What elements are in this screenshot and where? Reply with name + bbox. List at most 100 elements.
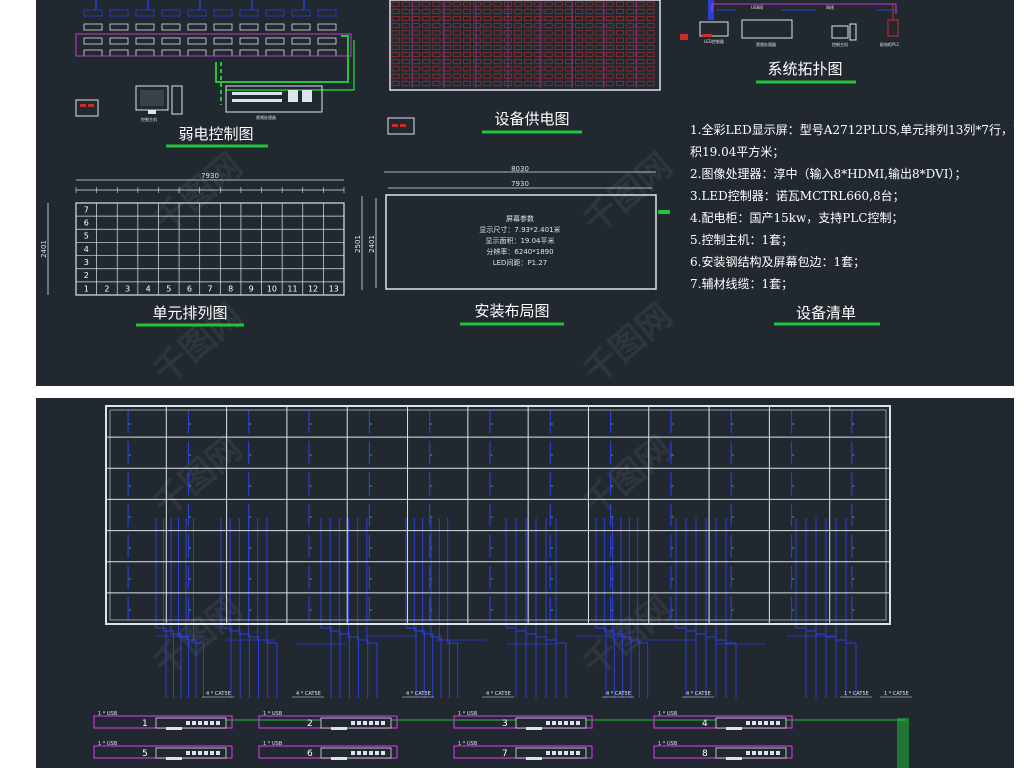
plc-label: 配电柜PLC [880,41,900,47]
cable-label: 4 * CAT5E [486,691,511,697]
weak-module [291,9,311,17]
led-controller-box [515,747,587,759]
power-cell [422,44,431,50]
power-cell [463,1,471,7]
power-cell [473,80,482,86]
cable-label: 4 * CAT5E [406,691,431,697]
weak-module [109,37,129,45]
power-cell [626,80,635,86]
power-cell [401,37,410,43]
weak-module [135,49,155,57]
power-cell [605,16,614,21]
power-cell [412,1,420,7]
cable-label: 1 * CAT5E [884,691,909,697]
power-cell [401,1,410,7]
power-cell [554,8,563,14]
power-cell [401,73,410,79]
power-cell [493,73,502,79]
usb-cable-label: 1 * USB [98,711,118,717]
power-cell [646,23,655,29]
pc-label: 控制主机 [832,41,848,47]
power-cell [432,30,441,36]
power-cell [646,30,655,36]
weak-module [265,9,285,17]
controller-number: 3 [502,719,508,729]
weak-module [317,9,337,17]
power-cell [605,73,614,79]
power-cell [646,8,655,14]
controller-number: 1 [142,719,148,729]
power-cell [401,59,410,65]
power-cell [626,8,635,14]
layout-inner-height-dim: 2401 [368,235,376,253]
weak-module [265,49,285,57]
weak-module [239,49,259,57]
power-cell [524,37,533,43]
power-cell [616,37,624,43]
small-device-icon [75,99,99,117]
power-cell [626,59,635,65]
weak-module [213,23,233,31]
power-cell [483,37,492,43]
power-cell [432,23,441,29]
power-cell [575,52,584,57]
power-supply-title: 设备供电图 [494,110,569,128]
power-cell [544,16,553,21]
equipment-list-item: 积19.04平方米； [690,144,784,159]
svg-text:千图网: 千图网 [576,429,680,525]
power-cell [524,16,533,21]
power-cell [432,1,441,7]
power-cell [646,37,655,43]
usb-cable-label: 1 * USB [458,711,478,717]
weak-module [213,37,233,45]
power-cell [585,73,594,79]
unit-arrangement-title: 单元排列图 [152,304,227,322]
power-cell [432,52,441,57]
layout-outer-width-dim: 8030 [511,165,529,173]
power-cell [544,37,553,43]
cable-label: 4 * CAT5E [606,691,631,697]
power-cell [636,73,645,79]
weak-module [83,37,103,45]
power-cell [514,66,522,72]
unit-col-label: 2 [104,284,109,293]
power-cell [544,30,553,36]
power-cell [636,44,645,50]
weak-module [239,9,259,17]
equipment-list-item: 6.安装钢结构及屏幕包边：1套； [690,254,865,269]
power-cell [483,16,492,21]
power-cell [646,52,655,57]
weak-module [265,37,285,45]
weak-module [291,37,311,45]
power-cell [391,44,400,50]
power-cell [575,16,584,21]
power-cell [391,37,400,43]
unit-col-label: 10 [267,284,277,293]
screen-params-block: 屏幕参数 显示尺寸：7.93*2.401米 显示面积：19.04平米 分辨率：6… [479,214,560,267]
system-topology-diagram: USB网 网线 LED控制器 视频处理器 控制主机 配电柜PLC 系统拓扑图 [680,0,900,84]
power-cell [483,44,492,50]
power-cell [524,66,533,72]
power-cell [422,16,431,21]
power-cell [422,80,431,86]
power-cell [483,30,492,36]
power-cell [575,30,584,36]
power-cell [595,52,604,57]
weak-module [239,37,259,45]
weak-module [83,23,103,31]
weak-module [187,49,207,57]
power-cell [432,73,441,79]
power-cell [616,30,624,36]
power-cell [585,1,594,7]
power-cell [636,16,645,21]
power-cell [605,30,614,36]
power-cell [412,23,420,29]
power-cell [554,44,563,50]
bottom-drawing-sheet: 千图网 千图网 千图网 千图网 = = = = = = = = = = = = = = = = = = = = = = = =… [36,398,1014,768]
power-cell [565,59,573,65]
weak-module [317,23,337,31]
power-cell [401,30,410,36]
weak-module [291,23,311,31]
power-cell [483,52,492,57]
power-cell [544,52,553,57]
